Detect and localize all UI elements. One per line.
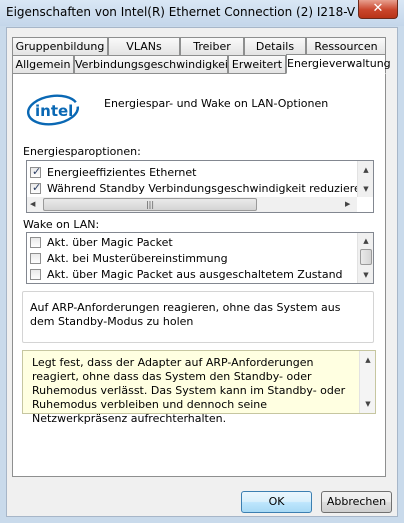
scroll-up-arrow-icon[interactable]: ▲ (358, 163, 374, 177)
tab-erweitert[interactable]: Erweitert (228, 55, 286, 73)
checkmark-icon: ✓ (32, 181, 42, 194)
wol-label: Wake on LAN: (23, 218, 100, 231)
scroll-down-arrow-icon[interactable]: ▼ (360, 397, 376, 411)
wol-option-magic-packet[interactable]: Akt. über Magic Packet (29, 235, 355, 251)
energy-option-eee[interactable]: ✓ Energieeffizientes Ethernet (29, 165, 355, 181)
scroll-up-arrow-icon[interactable]: ▲ (358, 234, 374, 248)
energy-hscrollbar[interactable]: ◀ ||| ▶ (27, 197, 357, 212)
tab-vlans[interactable]: VLANs (108, 37, 180, 55)
wol-option-label: Akt. über Magic Packet aus ausgeschaltet… (47, 268, 343, 281)
scroll-down-arrow-icon[interactable]: ▼ (358, 268, 374, 282)
cancel-button[interactable]: Abbrechen (321, 491, 392, 513)
wol-option-pattern-match[interactable]: Akt. bei Musterübereinstimmung (29, 251, 355, 267)
energy-options-list[interactable]: ✓ Energieeffizientes Ethernet ✓ Während … (26, 160, 374, 213)
energy-option-label: Energieeffizientes Ethernet (47, 166, 197, 179)
close-button[interactable]: ✕ (358, 0, 398, 19)
tab-energieverwaltung[interactable]: Energieverwaltung (286, 54, 391, 74)
checkbox-magic-packet-off[interactable] (30, 269, 41, 280)
intel-logo-icon: intel (26, 94, 80, 126)
description-text: Auf ARP-Anforderungen reagieren, ohne da… (30, 301, 341, 328)
tab-treiber[interactable]: Treiber (180, 37, 244, 55)
checkbox-eee[interactable]: ✓ (30, 165, 42, 178)
scroll-right-arrow-icon[interactable]: ▶ (345, 197, 350, 212)
tab-allgemein[interactable]: Allgemein (12, 55, 74, 73)
wol-option-label: Akt. bei Musterübereinstimmung (47, 252, 228, 265)
ok-button[interactable]: OK (241, 491, 312, 513)
header-text: Energiespar- und Wake on LAN-Optionen (104, 97, 329, 110)
tab-gruppenbildung[interactable]: Gruppenbildung (12, 37, 108, 55)
energy-option-label: Während Standby Verbindungsgeschwindigke… (47, 182, 368, 195)
checkmark-icon: ✓ (32, 165, 42, 178)
checkbox-pattern-match[interactable] (30, 253, 41, 264)
wol-option-label: Akt. über Magic Packet (47, 236, 173, 249)
scroll-up-arrow-icon[interactable]: ▲ (360, 353, 376, 367)
scroll-left-arrow-icon[interactable]: ◀ (30, 197, 35, 212)
checkbox-reduce-speed[interactable]: ✓ (30, 181, 42, 194)
tab-details[interactable]: Details (244, 37, 306, 55)
window-title: Eigenschaften von Intel(R) Ethernet Conn… (6, 5, 356, 19)
energy-option-reduce-speed[interactable]: ✓ Während Standby Verbindungsgeschwindig… (29, 181, 368, 197)
hscroll-thumb[interactable]: ||| (43, 198, 257, 211)
tab-verbindungsgeschwindigkeit[interactable]: Verbindungsgeschwindigkeit (74, 55, 232, 73)
energy-options-label: Energiesparoptionen: (23, 145, 141, 158)
help-text: Legt fest, dass der Adapter auf ARP-Anfo… (32, 356, 346, 425)
intel-logo-text: intel (35, 102, 73, 120)
wol-option-magic-packet-off[interactable]: Akt. über Magic Packet aus ausgeschaltet… (29, 267, 355, 283)
wol-options-list[interactable]: Akt. über Magic Packet Akt. bei Musterüb… (26, 232, 374, 284)
wol-vscrollbar[interactable]: ▲ ▼ (357, 233, 373, 283)
checkbox-magic-packet[interactable] (30, 237, 41, 248)
scroll-down-arrow-icon[interactable]: ▼ (358, 182, 374, 196)
energy-vscrollbar[interactable]: ▲ ▼ (357, 161, 373, 197)
help-vscrollbar[interactable]: ▲ ▼ (359, 351, 375, 413)
wol-vscroll-thumb[interactable] (360, 249, 372, 265)
tab-ressourcen[interactable]: Ressourcen (306, 37, 386, 55)
